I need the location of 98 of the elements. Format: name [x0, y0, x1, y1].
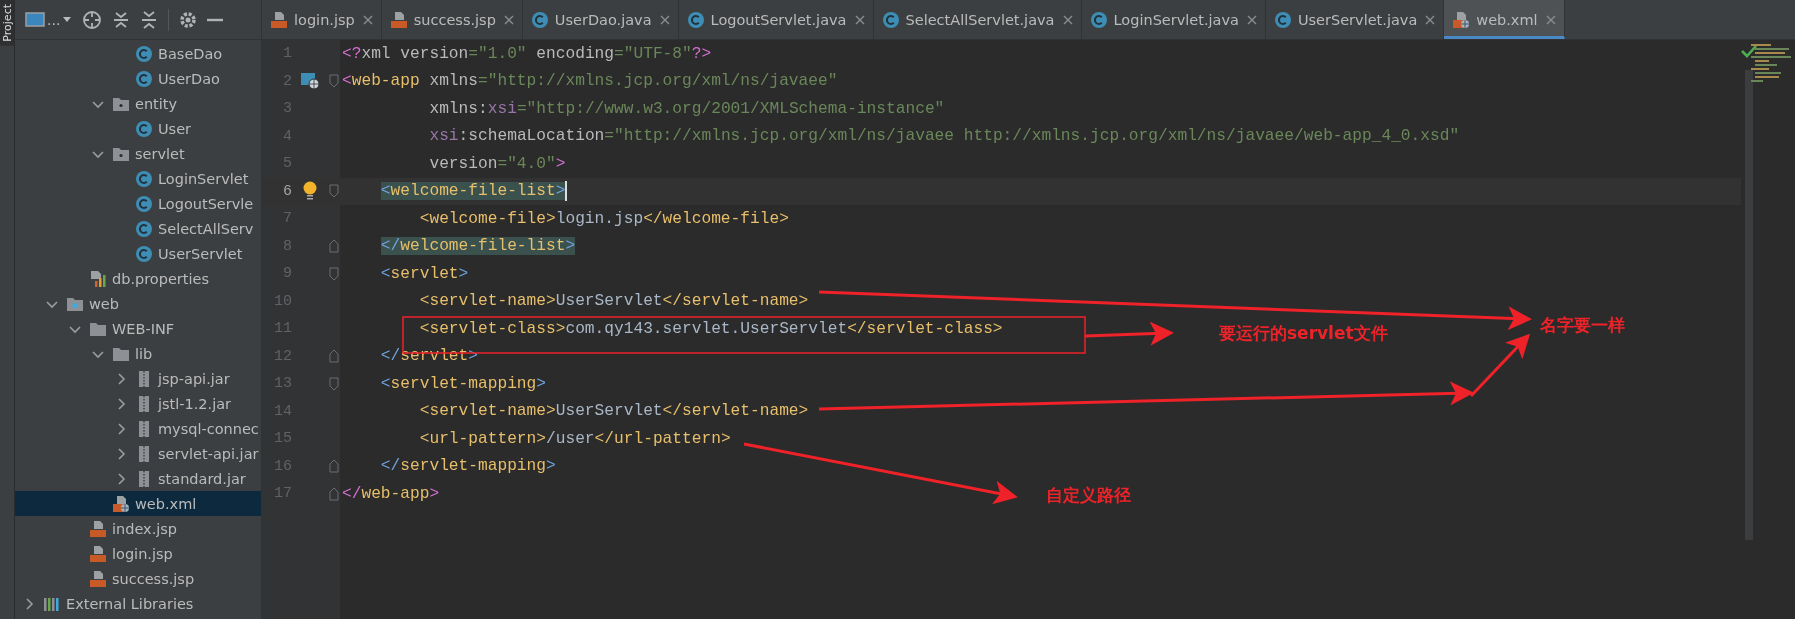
- tree-item[interactable]: lib: [15, 341, 261, 366]
- tree-item[interactable]: UserDao: [15, 66, 261, 91]
- tree-item[interactable]: UserServlet: [15, 241, 261, 266]
- web-icon[interactable]: [300, 72, 320, 91]
- close-icon[interactable]: [503, 14, 514, 25]
- tree-item[interactable]: standard.jar: [15, 466, 261, 491]
- jsp-file-icon: [389, 10, 408, 29]
- file-tab[interactable]: UserDao.java: [522, 0, 679, 39]
- tree-item[interactable]: User: [15, 116, 261, 141]
- close-icon[interactable]: [1425, 14, 1436, 25]
- tree-item[interactable]: web.xml: [15, 491, 261, 516]
- class-icon: [881, 10, 900, 29]
- xml-file-icon: [1452, 10, 1471, 29]
- view-selector[interactable]: ...: [25, 10, 73, 29]
- class-icon: [135, 169, 153, 188]
- code-line: xsi:schemaLocation="http://xmlns.jcp.org/xml/ns/javaee http://xmlns.jcp.org/xml/ns/javaee/web-app_4_0.xsd": [429, 127, 1460, 146]
- checkmark-icon: [1741, 44, 1757, 58]
- code-line: </web-app>: [342, 484, 440, 503]
- code-line: version="4.0">: [429, 154, 566, 173]
- annotation-label: 名字要一样: [1540, 314, 1625, 337]
- monitor-icon: [25, 10, 45, 29]
- tree-item[interactable]: web: [15, 291, 261, 316]
- minimize-icon[interactable]: [207, 17, 224, 22]
- fold-marker-icon[interactable]: [329, 184, 339, 199]
- class-icon: [135, 119, 153, 138]
- lightbulb-icon[interactable]: [302, 181, 318, 202]
- settings-icon[interactable]: [179, 10, 198, 29]
- tree-item[interactable]: SelectAllServ: [15, 216, 261, 241]
- tree-item[interactable]: LoginServlet: [15, 166, 261, 191]
- close-icon[interactable]: [854, 14, 865, 25]
- close-icon[interactable]: [1246, 14, 1257, 25]
- line-number: 6: [282, 182, 292, 200]
- annotation-label: 要运行的servlet文件: [1219, 322, 1388, 345]
- tree-item[interactable]: login.jsp: [15, 541, 261, 566]
- code-line: <servlet-class>com.qy143.servlet.UserServlet</servlet-class>: [419, 319, 1003, 338]
- tree-item[interactable]: WEB-INF: [15, 316, 261, 341]
- tree-item[interactable]: BaseDao: [15, 41, 261, 66]
- code-line: <welcome-file>login.jsp</welcome-file>: [419, 209, 789, 228]
- code-line: <url-pattern>/user</url-pattern>: [419, 429, 731, 448]
- jsp-file-icon: [270, 10, 288, 29]
- tree-item[interactable]: index.jsp: [15, 516, 261, 541]
- code-line: <servlet-name>UserServlet</servlet-name>: [419, 402, 809, 421]
- class-icon: [686, 10, 705, 29]
- fold-marker-icon[interactable]: [329, 376, 339, 391]
- class-icon: [1089, 10, 1108, 29]
- class-icon: [530, 10, 549, 29]
- file-tab[interactable]: SelectAllServlet.java: [873, 0, 1082, 39]
- locate-icon[interactable]: [82, 9, 103, 30]
- tree-item[interactable]: mysql-connec: [15, 416, 261, 441]
- code-line: <servlet-mapping>: [380, 374, 546, 393]
- file-tab[interactable]: LogoutServlet.java: [678, 0, 874, 39]
- jsp-file-icon: [89, 519, 107, 538]
- tree-item[interactable]: LogoutServle: [15, 191, 261, 216]
- class-icon: [135, 44, 153, 63]
- fold-marker-icon[interactable]: [329, 239, 339, 254]
- code-line: <web-app xmlns="http://xmlns.jcp.org/xml/ns/javaee": [342, 72, 838, 91]
- close-icon[interactable]: [1062, 14, 1073, 25]
- tree-item[interactable]: servlet-api.jar: [15, 441, 261, 466]
- close-icon[interactable]: [362, 14, 373, 25]
- fold-marker-icon[interactable]: [329, 266, 339, 281]
- code-line: </servlet-mapping>: [380, 457, 556, 476]
- fold-marker-icon[interactable]: [329, 74, 339, 89]
- jsp-file-icon: [89, 569, 107, 588]
- scrollbar[interactable]: [1745, 70, 1753, 540]
- project-tab[interactable]: Project: [0, 0, 14, 46]
- collapse-all-icon[interactable]: [140, 9, 159, 30]
- caret-icon: [62, 15, 73, 24]
- close-icon[interactable]: [1545, 14, 1556, 25]
- fold-marker-icon[interactable]: [329, 486, 339, 501]
- class-icon: [1273, 10, 1292, 29]
- code-line: <servlet>: [380, 264, 469, 283]
- close-icon[interactable]: [659, 14, 670, 25]
- file-tab[interactable]: success.jsp: [381, 0, 523, 39]
- file-tab[interactable]: login.jsp: [262, 0, 382, 39]
- tree-item[interactable]: jstl-1.2.jar: [15, 391, 261, 416]
- class-icon: [135, 244, 153, 263]
- expand-all-icon[interactable]: [112, 9, 131, 30]
- code-line: <?xml version="1.0" encoding="UTF-8"?>: [342, 44, 712, 63]
- tree-item[interactable]: External Libraries: [15, 591, 261, 616]
- tree-item[interactable]: db.properties: [15, 266, 261, 291]
- file-tab[interactable]: web.xml: [1444, 0, 1565, 39]
- fold-marker-icon[interactable]: [329, 459, 339, 474]
- tree-item[interactable]: jsp-api.jar: [15, 366, 261, 391]
- tree-item[interactable]: entity: [15, 91, 261, 116]
- xml-file-icon: [112, 494, 130, 513]
- class-icon: [135, 194, 153, 213]
- jsp-file-icon: [89, 544, 107, 563]
- tree-item[interactable]: success.jsp: [15, 566, 261, 591]
- fold-marker-icon[interactable]: [329, 349, 339, 364]
- annotation-label: 自定义路径: [1046, 484, 1131, 507]
- text-cursor: [565, 181, 568, 202]
- properties-file-icon: [89, 269, 107, 288]
- class-icon: [135, 219, 153, 238]
- tree-item[interactable]: servlet: [15, 141, 261, 166]
- code-line: xmlns:xsi="http://www.w3.org/2001/XMLSchema-instance": [429, 99, 945, 118]
- file-tab[interactable]: LoginServlet.java: [1081, 0, 1266, 39]
- code-line: <servlet-name>UserServlet</servlet-name>: [419, 292, 809, 311]
- class-icon: [135, 69, 153, 88]
